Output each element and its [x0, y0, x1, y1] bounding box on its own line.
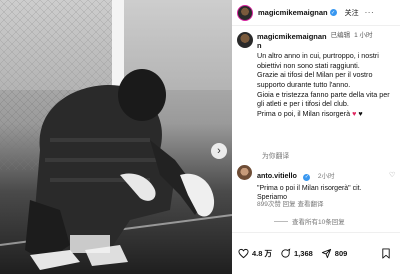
comment-username[interactable]: anto.vitiello	[257, 171, 297, 180]
replies-divider	[274, 220, 288, 222]
post-sidebar: magicmikemaignan ✓ 关注 ··· magicmikemaign…	[232, 0, 400, 274]
next-image-button[interactable]: ›	[211, 143, 227, 159]
share-icon	[321, 248, 331, 259]
edited-label: 已编辑	[330, 32, 351, 39]
caption-username[interactable]: magicmikemaignan	[257, 32, 327, 41]
view-replies-label: 查看所有10条回复	[292, 219, 345, 226]
comment-time: 2小时	[317, 173, 335, 180]
comment-meta[interactable]: 899次赞 回复 查看翻译	[257, 198, 323, 208]
caption-avatar[interactable]	[237, 32, 253, 48]
comment-count: 1,368	[294, 249, 313, 258]
caption: magicmikemaignan n 已编辑 1 小时 Un altro ann…	[237, 32, 397, 118]
bookmark-icon	[382, 248, 390, 259]
follow-button[interactable]: 关注	[345, 8, 359, 18]
verified-icon: ✓	[303, 173, 311, 181]
comment-button[interactable]: 1,368	[280, 248, 313, 259]
author-username[interactable]: magicmikemaignan	[258, 8, 328, 17]
post-photo[interactable]: ›	[0, 0, 232, 274]
comment-icon	[281, 248, 291, 258]
comment-item: anto.vitiello ✓ 2小时 "Prima o poi il Mila…	[237, 165, 397, 208]
view-replies-link[interactable]: 查看所有10条回复	[274, 216, 345, 226]
comment-like-icon[interactable]: ♡	[389, 171, 395, 179]
comment-avatar[interactable]	[237, 165, 252, 180]
share-button[interactable]: 809	[321, 248, 348, 259]
share-count: 809	[334, 249, 348, 258]
chevron-right-icon: ›	[217, 144, 221, 157]
caption-username-wrap: n	[257, 41, 262, 50]
red-heart-emoji: ♥	[352, 108, 357, 118]
translate-link[interactable]: 为你翻译	[262, 150, 289, 160]
like-count: 4.8 万	[252, 249, 273, 258]
caption-time: 1 小时	[354, 32, 373, 39]
action-bar: 4.8 万 1,368 809	[232, 232, 400, 274]
avatar[interactable]	[237, 4, 253, 21]
save-button[interactable]	[381, 248, 394, 259]
caption-body: Un altro anno in cui, purtroppo, i nostr…	[257, 51, 390, 118]
like-button[interactable]: 4.8 万	[238, 248, 272, 259]
post-header: magicmikemaignan ✓ 关注 ···	[232, 0, 400, 26]
goalkeeper-photo	[0, 0, 232, 274]
caption-text: Un altro anno in cui, purtroppo, i nostr…	[257, 51, 397, 118]
more-options-button[interactable]: ···	[365, 8, 375, 17]
black-heart-emoji: ♥	[358, 108, 363, 118]
heart-icon	[238, 248, 249, 259]
verified-icon: ✓	[329, 9, 337, 16]
